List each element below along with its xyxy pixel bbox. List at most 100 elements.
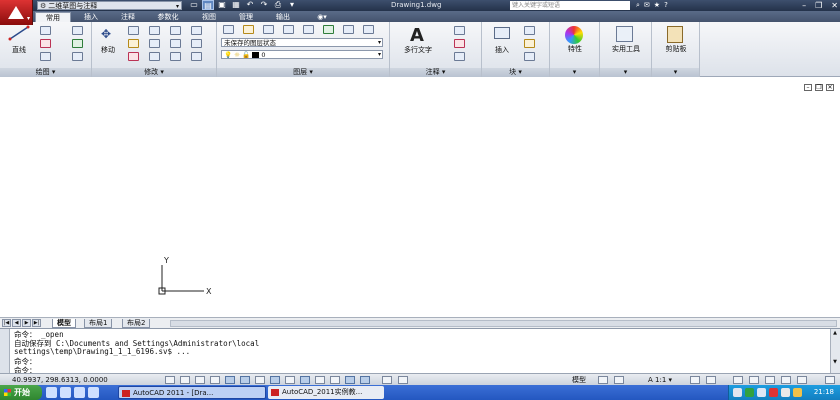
clock[interactable]: 21:18: [814, 385, 834, 400]
taskbar-item-tutorial[interactable]: AutoCAD_2011实例教...: [268, 386, 384, 399]
tab-insert[interactable]: 插入: [73, 12, 109, 22]
line-button[interactable]: 直线: [4, 25, 34, 57]
dimension-icon[interactable]: [454, 26, 465, 35]
security-icon[interactable]: [745, 388, 754, 397]
close-icon[interactable]: ✕: [831, 0, 838, 11]
modify-panel-title[interactable]: 修改 ▾: [92, 68, 216, 77]
stretch-icon[interactable]: [191, 39, 202, 48]
notification-icon[interactable]: [793, 388, 802, 397]
clipboard-panel-expander[interactable]: ▾: [652, 68, 699, 77]
auto-scale-icon[interactable]: [706, 376, 716, 384]
snap-mode-icon[interactable]: [180, 376, 190, 384]
object-snap-tracking-icon[interactable]: [270, 376, 280, 384]
model-space-icon[interactable]: [382, 376, 392, 384]
minimize-icon[interactable]: –: [802, 0, 806, 11]
utilities-panel-expander[interactable]: ▾: [600, 68, 651, 77]
application-menu-button[interactable]: ▾: [0, 0, 33, 25]
properties-panel-expander[interactable]: ▾: [550, 68, 599, 77]
3d-object-snap-icon[interactable]: [255, 376, 265, 384]
leader-icon[interactable]: [454, 39, 465, 48]
circle-icon[interactable]: [40, 39, 51, 48]
polyline-icon[interactable]: [40, 26, 51, 35]
ortho-mode-icon[interactable]: [210, 376, 220, 384]
start-button[interactable]: 开始: [0, 385, 42, 400]
help-icon[interactable]: ?: [664, 0, 668, 11]
command-window-grip[interactable]: [0, 329, 10, 374]
create-block-icon[interactable]: [524, 26, 535, 35]
selection-cycling-icon[interactable]: [360, 376, 370, 384]
explorer-icon[interactable]: [60, 387, 71, 398]
tab-home[interactable]: 常用: [35, 12, 71, 22]
object-snap-icon[interactable]: [240, 376, 250, 384]
undo-icon[interactable]: ↶: [244, 0, 256, 10]
isolate-objects-icon[interactable]: [781, 376, 791, 384]
first-layout-icon[interactable]: |◀: [2, 319, 11, 327]
show-desktop-icon[interactable]: [88, 387, 99, 398]
restore-icon[interactable]: ❐: [815, 0, 822, 11]
utilities-panel[interactable]: 实用工具 ▾: [600, 22, 652, 77]
layers-panel-title[interactable]: 图层 ▾: [217, 68, 389, 77]
rectangle-icon[interactable]: [72, 26, 83, 35]
array-icon[interactable]: [149, 52, 160, 61]
clipboard-panel[interactable]: 剪贴板 ▾: [652, 22, 700, 77]
layer-freeze-icon[interactable]: [243, 25, 254, 34]
workspace-dropdown[interactable]: ⚙ 二维草图与注释 ▾: [37, 1, 182, 10]
transparency-icon[interactable]: [330, 376, 340, 384]
qat-dropdown-icon[interactable]: ▾: [286, 0, 298, 10]
ribbon-minimize-toggle[interactable]: ◉▾: [310, 12, 334, 22]
hardware-acceleration-icon[interactable]: [765, 376, 775, 384]
ie-icon[interactable]: [46, 387, 57, 398]
drawing-area[interactable]: – ❐ ✕ Y X: [0, 78, 840, 317]
move-button[interactable]: ✥ 移动: [94, 25, 122, 57]
break-icon[interactable]: [191, 52, 202, 61]
command-scrollbar[interactable]: ▲ ▼: [830, 329, 840, 374]
layer-off-icon[interactable]: [263, 25, 274, 34]
workspace-switching-icon[interactable]: [733, 376, 743, 384]
volume-icon[interactable]: [781, 388, 790, 397]
draw-panel-title[interactable]: 绘图 ▾: [0, 68, 91, 77]
horizontal-scrollbar[interactable]: [170, 320, 837, 327]
communication-center-icon[interactable]: ✉: [644, 0, 650, 11]
open-icon[interactable]: ▤: [202, 0, 214, 10]
taskbar-item-autocad[interactable]: AutoCAD 2011 - [Dra...: [118, 386, 266, 399]
layer-properties-icon[interactable]: [223, 25, 234, 34]
quick-view-layouts-icon[interactable]: [398, 376, 408, 384]
save-as-icon[interactable]: ▦: [230, 0, 242, 10]
erase-icon[interactable]: [191, 26, 202, 35]
layer-isolate-icon[interactable]: [283, 25, 294, 34]
pan-icon[interactable]: [614, 376, 624, 384]
viewport-close-icon[interactable]: ✕: [826, 84, 834, 91]
edit-attributes-icon[interactable]: [524, 52, 535, 61]
status-bar-menu-icon[interactable]: [797, 376, 807, 384]
block-panel-title[interactable]: 块 ▾: [482, 68, 549, 77]
redo-icon[interactable]: ↷: [258, 0, 270, 10]
layer-dropdown[interactable]: 💡 ☼ 🔓 0 ▾: [221, 50, 383, 59]
trim-icon[interactable]: [170, 26, 181, 35]
layer-state-dropdown[interactable]: 未保存的图层状态 ▾: [221, 38, 383, 47]
hatch-icon[interactable]: [72, 39, 83, 48]
ellipse-icon[interactable]: [72, 52, 83, 61]
tab-annotate[interactable]: 注释: [110, 12, 146, 22]
clean-screen-icon[interactable]: [825, 376, 835, 384]
viewport-minimize-icon[interactable]: –: [804, 84, 812, 91]
mtext-button[interactable]: A 多行文字: [396, 25, 440, 58]
update-icon[interactable]: [769, 388, 778, 397]
search-input[interactable]: 键入关键字或短语: [510, 1, 630, 10]
mirror-icon[interactable]: [128, 39, 139, 48]
tab-output[interactable]: 输出: [265, 12, 301, 22]
layer-match-icon[interactable]: [323, 25, 334, 34]
prev-layout-icon[interactable]: ◀: [12, 319, 21, 327]
scroll-up-icon[interactable]: ▲: [831, 330, 839, 337]
next-layout-icon[interactable]: ▶: [22, 319, 31, 327]
tab-manage[interactable]: 管理: [228, 12, 264, 22]
last-layout-icon[interactable]: ▶|: [32, 319, 41, 327]
annotation-visibility-icon[interactable]: [690, 376, 700, 384]
infer-constraints-icon[interactable]: [165, 376, 175, 384]
layer-lock-icon[interactable]: [303, 25, 314, 34]
tab-view[interactable]: 视图: [191, 12, 227, 22]
insert-button[interactable]: 插入: [484, 25, 520, 58]
tab-parametric[interactable]: 参数化: [147, 12, 189, 22]
annotation-panel-title[interactable]: 注释 ▾: [390, 68, 481, 77]
favorites-icon[interactable]: ★: [654, 0, 660, 11]
quick-properties-icon[interactable]: [345, 376, 355, 384]
